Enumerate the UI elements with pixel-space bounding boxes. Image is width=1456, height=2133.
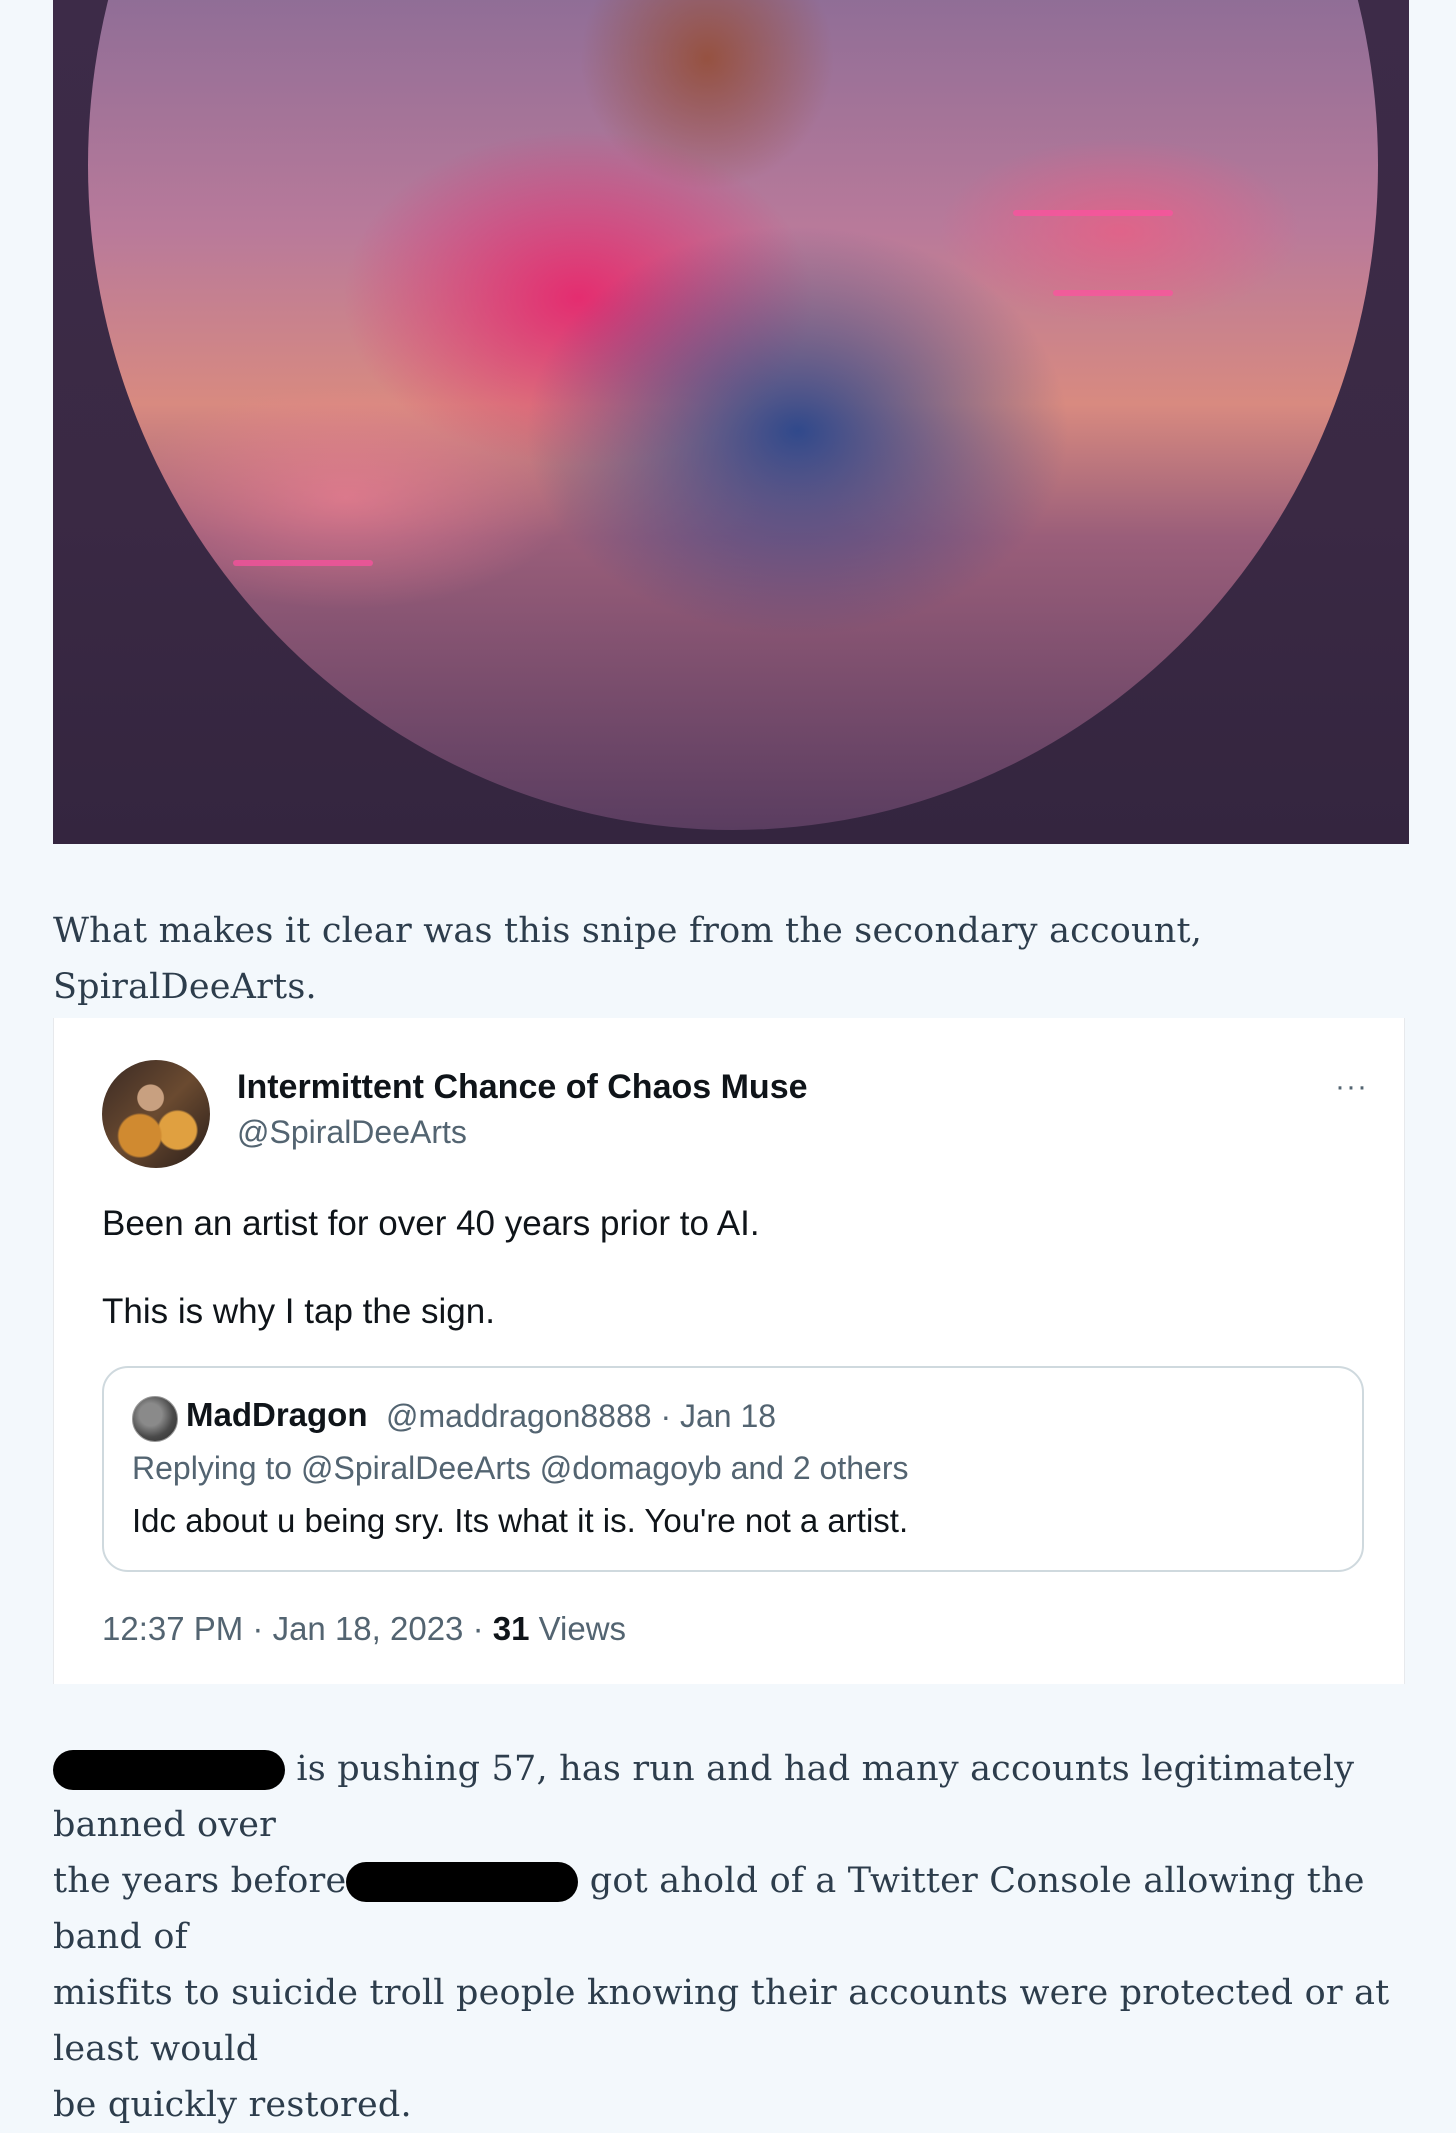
redaction-mark xyxy=(53,1750,285,1790)
views-count: 31 xyxy=(492,1610,530,1647)
tweet-handle[interactable]: @SpiralDeeArts xyxy=(237,1114,467,1151)
quoted-meta: @maddragon8888 · Jan 18 xyxy=(386,1398,777,1434)
paragraph-line: be quickly restored. xyxy=(53,2085,412,2125)
paragraph-line: is pushing 57, has run and had many acco… xyxy=(53,1741,1413,1853)
avatar[interactable] xyxy=(102,1060,210,1168)
tweet-timestamp[interactable]: 12:37 PM · Jan 18, 2023 · xyxy=(102,1610,493,1647)
quoted-text: Idc about u being sry. Its what it is. Y… xyxy=(132,1502,909,1539)
quoted-tweet[interactable]: MadDragon @maddragon8888 · Jan 18 Replyi… xyxy=(102,1366,1364,1572)
views-label: Views xyxy=(529,1610,627,1647)
more-options-icon[interactable]: ··· xyxy=(1335,1070,1368,1104)
redaction-mark xyxy=(346,1862,579,1902)
tweet-display-name[interactable]: Intermittent Chance of Chaos Muse xyxy=(237,1068,808,1107)
avatar[interactable] xyxy=(132,1396,178,1442)
profile-artwork xyxy=(88,0,1378,830)
paragraph-line: misfits to suicide troll people knowing … xyxy=(53,1973,1390,2069)
replying-to: Replying to @SpiralDeeArts @domagoyb and… xyxy=(132,1450,909,1486)
tweet-body-line: Been an artist for over 40 years prior t… xyxy=(102,1204,760,1243)
quoted-display-name[interactable]: MadDragon xyxy=(186,1396,368,1434)
tweet-footer: 12:37 PM · Jan 18, 2023 · 31 Views xyxy=(102,1610,626,1648)
article-paragraph: is pushing 57, has run and had many acco… xyxy=(53,1741,1413,2133)
tweet-body-line: This is why I tap the sign. xyxy=(102,1292,495,1331)
article-paragraph: What makes it clear was this snipe from … xyxy=(53,911,1203,1007)
hero-image xyxy=(53,0,1409,844)
paragraph-text: the years before xyxy=(53,1861,347,1901)
artwork-streak xyxy=(1053,290,1173,296)
paragraph-line: the years before got ahold of a Twitter … xyxy=(53,1853,1413,1965)
embedded-tweet: Intermittent Chance of Chaos Muse @Spira… xyxy=(53,1018,1405,1684)
artwork-streak xyxy=(1013,210,1173,216)
artwork-streak xyxy=(233,560,373,566)
